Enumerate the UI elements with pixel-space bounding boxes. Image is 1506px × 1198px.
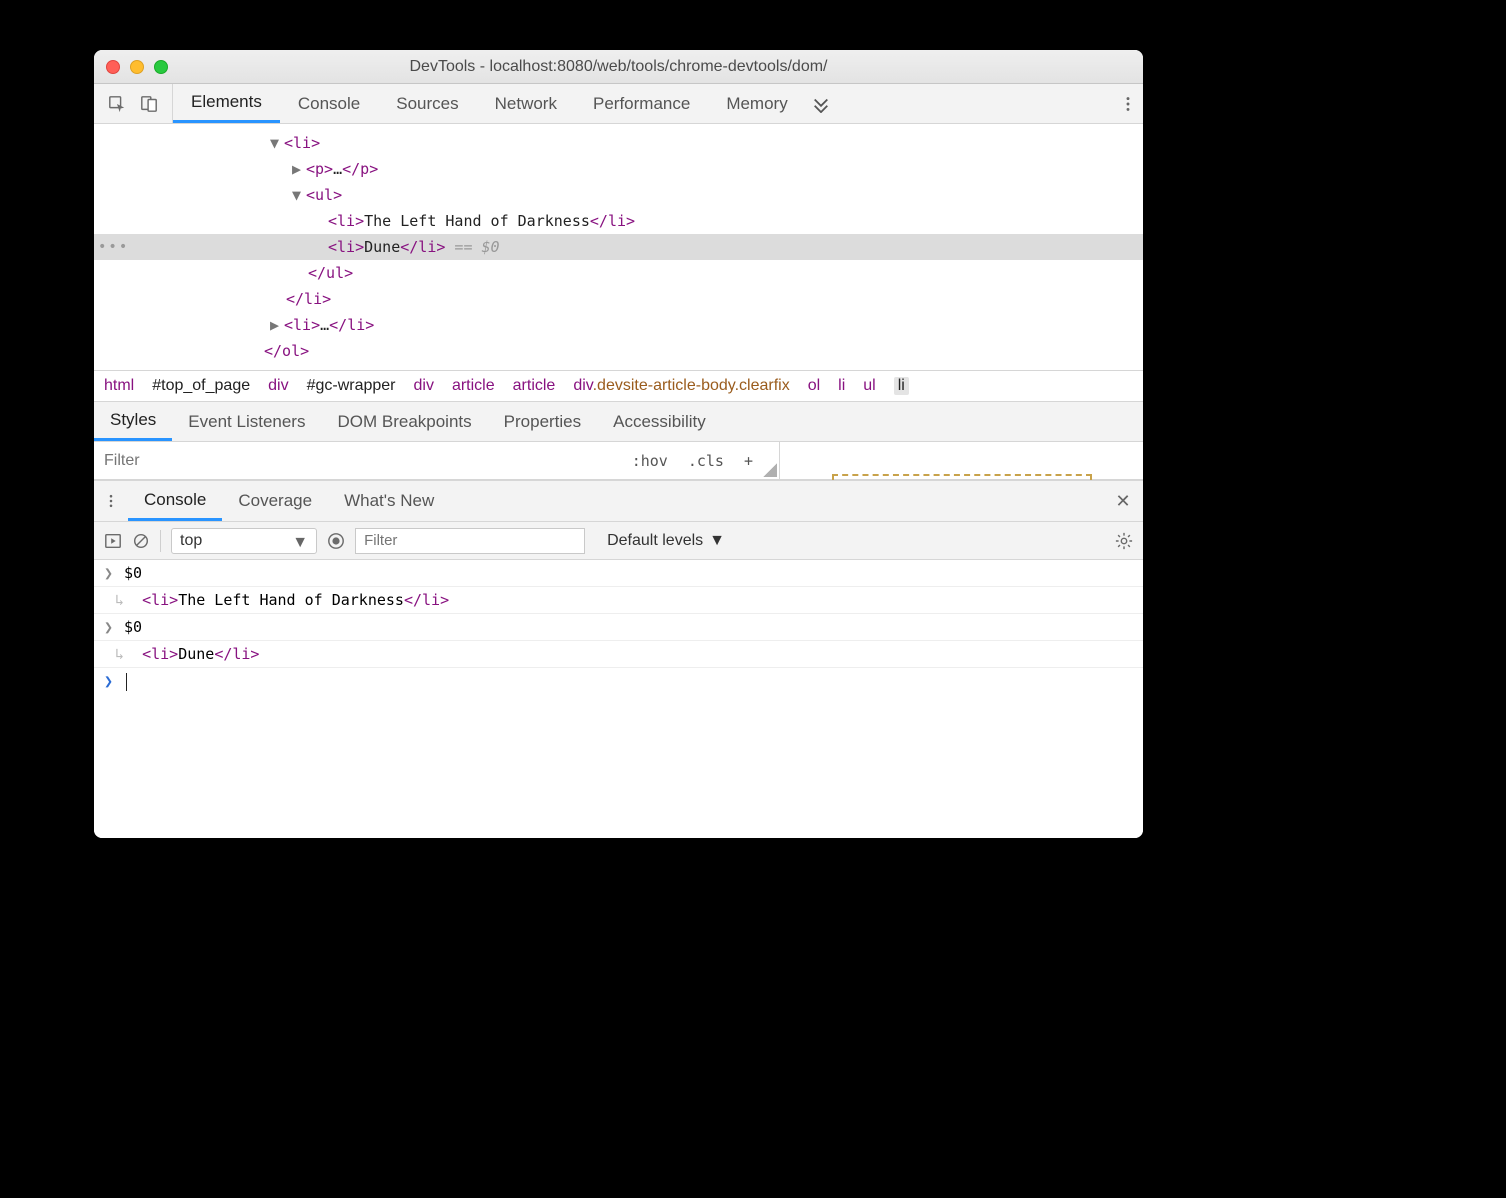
tabs-overflow-icon[interactable] <box>806 84 836 123</box>
drawer-kebab-icon[interactable] <box>94 481 128 521</box>
tab-network[interactable]: Network <box>477 84 575 123</box>
dom-breadcrumbs: html #top_of_page div #gc-wrapper div ar… <box>94 370 1143 402</box>
drawer-tabs: Console Coverage What's New ✕ <box>94 480 1143 522</box>
input-chevron-icon: ❯ <box>104 618 124 636</box>
return-arrow-icon: ↲ <box>104 645 124 663</box>
execute-icon[interactable] <box>104 532 122 550</box>
cls-toggle[interactable]: .cls <box>678 452 734 470</box>
crumb-ol[interactable]: ol <box>808 377 820 395</box>
crumb-article[interactable]: article <box>452 377 495 395</box>
drawer-tab-coverage[interactable]: Coverage <box>222 481 328 521</box>
resize-corner-icon[interactable] <box>763 463 777 477</box>
subtab-properties[interactable]: Properties <box>488 402 597 441</box>
hov-toggle[interactable]: :hov <box>622 452 678 470</box>
dom-tree[interactable]: ▼<li> ▶<p>…</p> ▼<ul> <li>The Left Hand … <box>94 124 1143 370</box>
tab-memory[interactable]: Memory <box>708 84 805 123</box>
main-toolbar: Elements Console Sources Network Perform… <box>94 84 1143 124</box>
subtab-styles[interactable]: Styles <box>94 402 172 441</box>
tab-elements[interactable]: Elements <box>173 84 280 123</box>
crumb-html[interactable]: html <box>104 377 134 395</box>
subtab-dom-breakpoints[interactable]: DOM Breakpoints <box>321 402 487 441</box>
main-tabs: Elements Console Sources Network Perform… <box>173 84 806 123</box>
titlebar: DevTools - localhost:8080/web/tools/chro… <box>94 50 1143 84</box>
clear-console-icon[interactable] <box>132 532 150 550</box>
tab-performance[interactable]: Performance <box>575 84 708 123</box>
console-row[interactable]: ❯ $0 <box>94 614 1143 641</box>
console-prompt[interactable]: ❯ <box>94 668 1143 695</box>
computed-preview <box>780 442 1143 479</box>
crumb-gc-wrapper[interactable]: #gc-wrapper <box>307 377 396 395</box>
crumb-top-of-page[interactable]: #top_of_page <box>152 377 250 395</box>
log-levels-select[interactable]: Default levels▼ <box>607 532 725 550</box>
live-expression-icon[interactable] <box>327 532 345 550</box>
settings-kebab-icon[interactable] <box>1113 84 1143 123</box>
drawer-tab-whats-new[interactable]: What's New <box>328 481 450 521</box>
console-row[interactable]: ❯ $0 <box>94 560 1143 587</box>
tab-sources[interactable]: Sources <box>378 84 476 123</box>
styles-filter-row: :hov .cls + <box>94 442 1143 480</box>
crumb-li[interactable]: li <box>838 377 845 395</box>
dom-selected-node[interactable]: •••<li>Dune</li> == $0 <box>94 234 1143 260</box>
console-controls: top ▼ Default levels▼ <box>94 522 1143 560</box>
console-row[interactable]: ↲ <li>The Left Hand of Darkness</li> <box>94 587 1143 614</box>
console-output[interactable]: ❯ $0 ↲ <li>The Left Hand of Darkness</li… <box>94 560 1143 838</box>
subtab-event-listeners[interactable]: Event Listeners <box>172 402 321 441</box>
styles-subtabs: Styles Event Listeners DOM Breakpoints P… <box>94 402 1143 442</box>
chevron-down-icon: ▼ <box>709 532 725 550</box>
crumb-div-2[interactable]: div <box>414 377 434 395</box>
subtab-accessibility[interactable]: Accessibility <box>597 402 722 441</box>
crumb-div[interactable]: div <box>268 377 288 395</box>
devtools-window: DevTools - localhost:8080/web/tools/chro… <box>94 50 1143 838</box>
console-filter-input[interactable] <box>355 528 585 554</box>
inspect-element-icon[interactable] <box>108 95 126 113</box>
new-style-rule-button[interactable]: + <box>734 452 763 470</box>
drawer-tab-console[interactable]: Console <box>128 481 222 521</box>
crumb-ul[interactable]: ul <box>863 377 875 395</box>
crumb-article-2[interactable]: article <box>513 377 556 395</box>
console-settings-icon[interactable] <box>1115 532 1133 550</box>
tab-console[interactable]: Console <box>280 84 378 123</box>
box-model-margin-outline <box>832 474 1092 480</box>
crumb-li-selected[interactable]: li <box>894 377 909 395</box>
crumb-devsite-body[interactable]: divdiv.devsite-article-body.clearfix.dev… <box>573 377 789 395</box>
context-select[interactable]: top ▼ <box>171 528 317 554</box>
return-arrow-icon: ↲ <box>104 591 124 609</box>
device-toolbar-icon[interactable] <box>140 95 158 113</box>
prompt-chevron-icon: ❯ <box>104 672 124 690</box>
input-chevron-icon: ❯ <box>104 564 124 582</box>
console-row[interactable]: ↲ <li>Dune</li> <box>94 641 1143 668</box>
drawer-close-icon[interactable]: ✕ <box>1103 481 1143 521</box>
styles-filter-input[interactable] <box>94 452 622 470</box>
chevron-down-icon: ▼ <box>292 534 308 552</box>
window-title: DevTools - localhost:8080/web/tools/chro… <box>94 58 1143 76</box>
